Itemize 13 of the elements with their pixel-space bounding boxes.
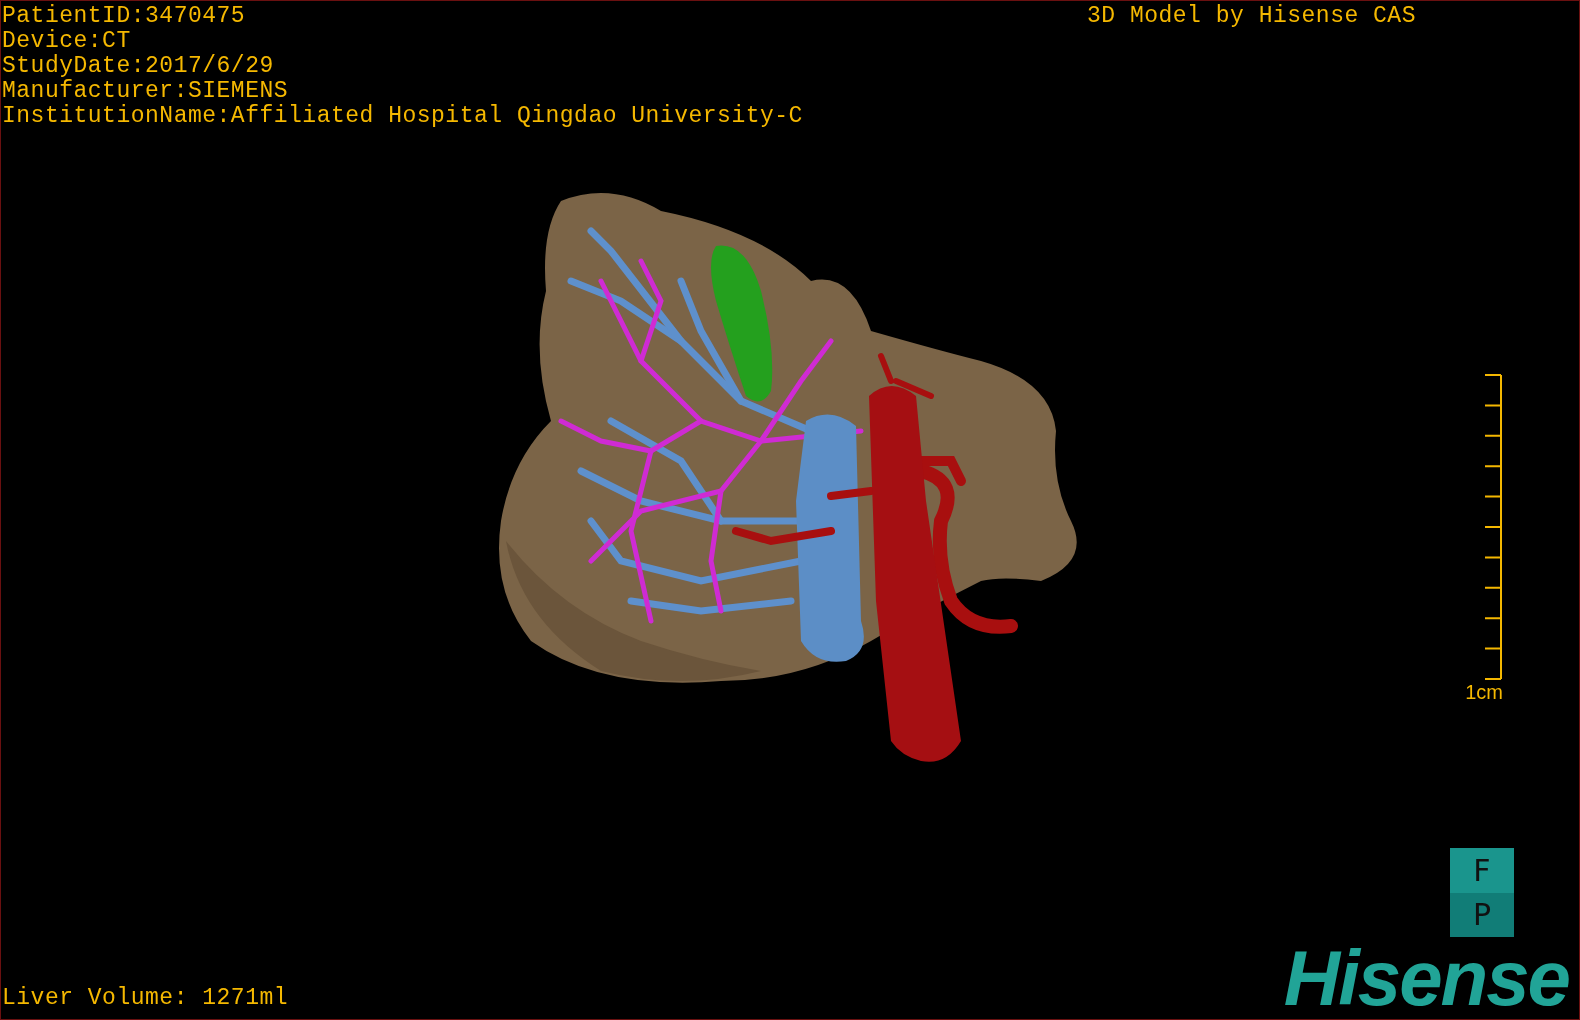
brand-logo: Hisense [1283,941,1570,1015]
model-title: 3D Model by Hisense CAS [1087,4,1416,29]
patient-info-text: Manufacturer:SIEMENS [2,79,290,104]
orientation-cube[interactable]: F P [1450,848,1514,937]
orientation-face-label: P [1450,892,1514,937]
scale-label: 1cm [1465,680,1503,704]
patient-info-text: StudyDate:2017/6/29 [2,54,275,79]
liver-volume-text: Liver Volume: 1271ml [2,986,289,1011]
scale-ruler-icon [1483,374,1503,680]
orientation-face-label: F [1450,848,1514,893]
patient-info-text: Device:CT [2,29,132,54]
patient-info-text: PatientID:3470475 [2,4,247,29]
patient-info-text: InstitutionName:Affiliated Hospital Qingdao University-C [2,104,803,129]
